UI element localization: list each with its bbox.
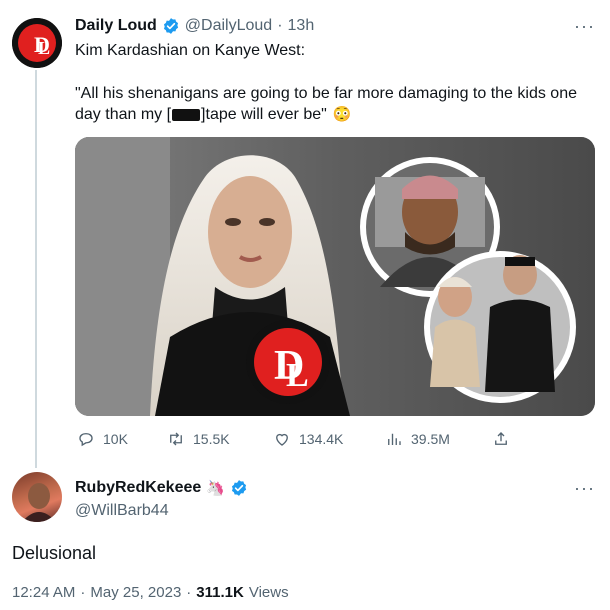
reply-meta: 12:24 AM · May 25, 2023 · 311.1K Views: [12, 584, 289, 601]
timestamp[interactable]: 13h: [288, 17, 315, 35]
tweet-text-line1: Kim Kardashian on Kanye West:: [75, 42, 306, 59]
svg-text:L: L: [286, 357, 309, 394]
like-action[interactable]: 134.4K: [273, 430, 343, 448]
svg-text:L: L: [38, 38, 50, 58]
quote-text-a: day than my [: [75, 106, 172, 123]
like-count: 134.4K: [299, 431, 344, 447]
watermark-logo: D L: [246, 320, 330, 404]
quote-text-b: ]tape will ever be": [201, 106, 327, 123]
profile-photo: [22, 483, 56, 522]
verified-badge-icon: [231, 480, 247, 496]
views-count: 39.5M: [411, 431, 450, 447]
reply-count: 10K: [103, 431, 128, 447]
separator-dot: ·: [277, 17, 283, 34]
reply-more-options-icon[interactable]: ···: [574, 478, 595, 499]
tweet-header: Daily Loud @DailyLoud · 13h: [75, 17, 314, 35]
reply-date[interactable]: May 25, 2023: [90, 584, 181, 601]
reply-views-count: 311.1K: [196, 584, 244, 601]
author-handle[interactable]: @DailyLoud: [185, 17, 272, 35]
reply-author-name[interactable]: RubyRedKekeee: [75, 479, 201, 497]
tweet-quote-line2: day than my [ ]tape will ever be" 😳: [75, 104, 351, 125]
views-chart-icon: [388, 433, 401, 445]
meta-separator: ·: [80, 584, 86, 601]
media-illustration: D L: [75, 137, 595, 416]
heart-icon: [276, 433, 288, 446]
retweet-count: 15.5K: [193, 431, 230, 447]
reply-time[interactable]: 12:24 AM: [12, 584, 75, 601]
meta-separator-2: ·: [186, 584, 192, 601]
inset-circle-2: [424, 251, 576, 403]
reply-icon: [79, 433, 93, 447]
views-action[interactable]: 39.5M: [385, 430, 450, 448]
reply-views-label: Views: [248, 584, 289, 601]
verified-badge-icon: [163, 18, 178, 34]
more-options-icon[interactable]: ···: [574, 16, 595, 37]
author-name[interactable]: Daily Loud: [75, 17, 157, 35]
daily-loud-avatar[interactable]: D L: [12, 18, 62, 68]
flushed-emoji: 😳: [332, 106, 352, 123]
reply-author-handle[interactable]: @WillBarb44: [75, 502, 169, 520]
ruby-avatar[interactable]: [12, 472, 62, 522]
censor-bar: [172, 108, 201, 121]
reply-action[interactable]: 10K: [77, 430, 128, 448]
retweet-icon: [170, 432, 182, 446]
thread-line: [35, 70, 37, 468]
reply-text: Delusional: [12, 543, 97, 563]
reply-header: RubyRedKekeee 🦄: [75, 479, 248, 497]
daily-loud-logo: D L: [12, 18, 62, 68]
unicorn-icon: 🦄: [206, 480, 225, 497]
tweet-quote-line1: "All his shenanigans are going to be far…: [75, 85, 577, 102]
share-icon: [495, 432, 507, 445]
tweet-media-image[interactable]: D L: [75, 137, 595, 416]
share-action[interactable]: [492, 430, 510, 448]
retweet-action[interactable]: 15.5K: [167, 430, 230, 448]
